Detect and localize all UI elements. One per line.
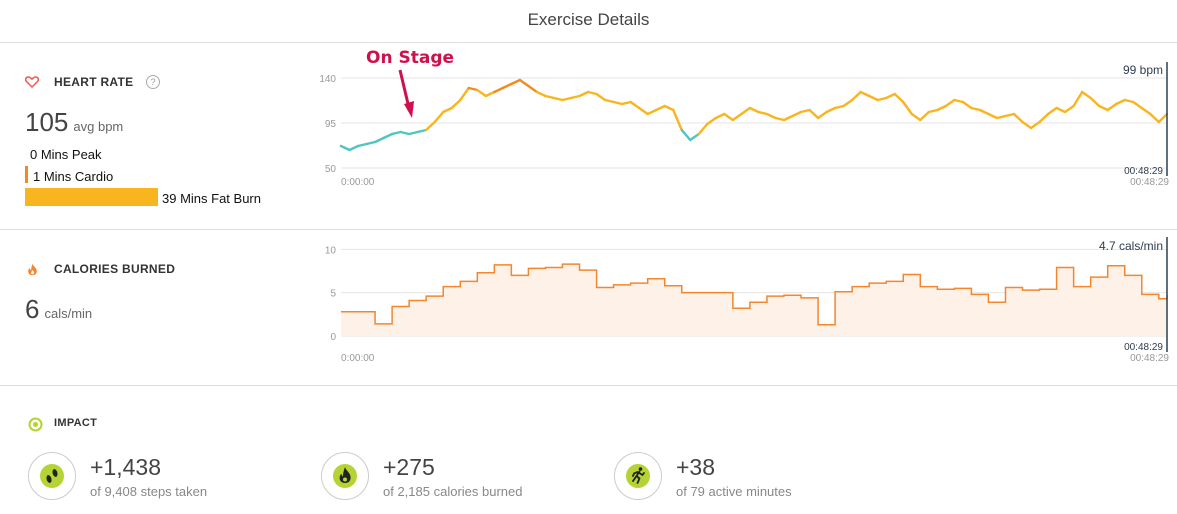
running-person-icon	[614, 452, 662, 500]
zone-fat-burn-bar	[25, 188, 158, 206]
zone-cardio-label: 1 Mins Cardio	[33, 169, 114, 184]
heart-rate-label: HEART RATE	[54, 75, 134, 89]
calories-impact-sub: of 2,185 calories burned	[383, 484, 523, 499]
avg-heart-rate-value: 105	[25, 107, 69, 137]
calories-section: CALORIES BURNED 6 cals/min	[0, 230, 1177, 386]
target-icon	[28, 417, 43, 432]
zone-peak-label: 0 Mins Peak	[30, 147, 102, 162]
active-minutes-sub: of 79 active minutes	[676, 484, 792, 499]
avg-heart-rate: 105 avg bpm	[25, 107, 123, 138]
flame-icon	[28, 264, 37, 276]
impact-section: IMPACT +1,438 of 9,408 steps taken +275 …	[0, 386, 1177, 514]
heart-rate-section: HEART RATE ? 105 avg bpm 0 Mins Peak 1 Mi…	[0, 43, 1177, 230]
calories-label: CALORIES BURNED	[54, 262, 176, 276]
calories-rate-unit: cals/min	[44, 306, 93, 321]
impact-label: IMPACT	[54, 417, 98, 429]
zone-fat-burn-label: 39 Mins Fat Burn	[162, 191, 261, 206]
steps-sub: of 9,408 steps taken	[90, 484, 208, 499]
heart-icon	[25, 76, 39, 88]
page-title: Exercise Details	[527, 10, 650, 29]
active-minutes-value: +38	[676, 454, 716, 480]
calories-rate: 6 cals/min	[25, 294, 92, 325]
footprints-icon	[28, 452, 76, 500]
page-header: Exercise Details	[0, 0, 1177, 43]
calories-rate-value: 6	[25, 294, 40, 324]
help-icon[interactable]: ?	[146, 75, 160, 89]
avg-heart-rate-unit: avg bpm	[73, 119, 124, 134]
steps-value: +1,438	[90, 454, 161, 480]
zone-cardio-bar	[25, 166, 28, 183]
calories-impact-value: +275	[383, 454, 435, 480]
flame-icon	[321, 452, 369, 500]
